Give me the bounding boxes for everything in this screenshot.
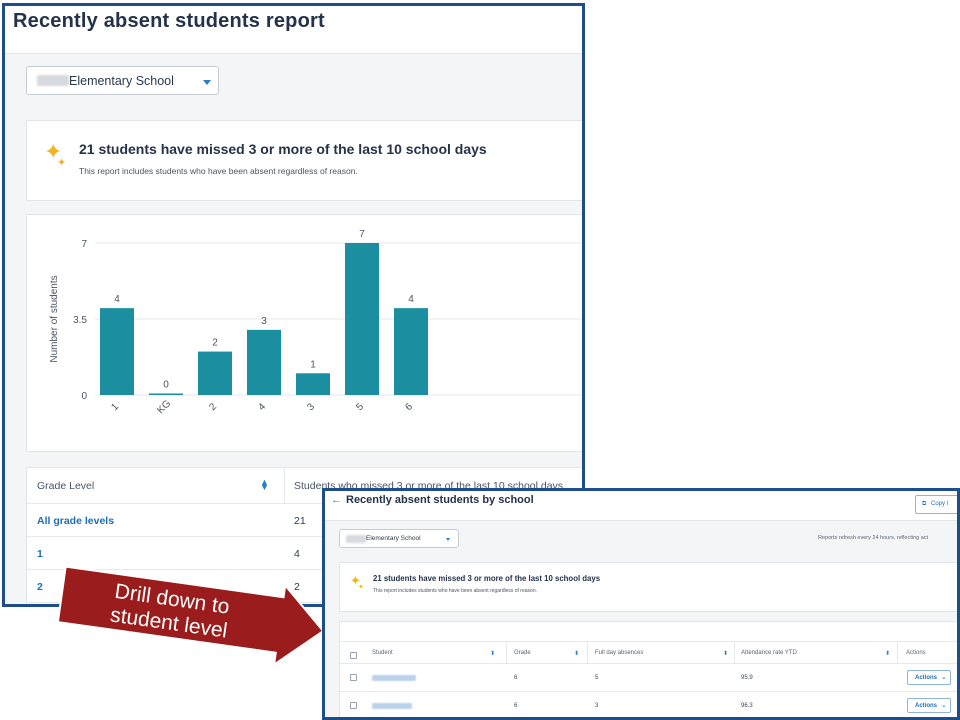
report-header: Recently absent students report xyxy=(5,6,582,54)
bar-4 xyxy=(247,329,281,395)
school-select[interactable]: Elementary School xyxy=(26,66,219,95)
sort-icon[interactable]: ⬍ xyxy=(723,650,728,657)
copy-button[interactable]: ⧉ Copy l xyxy=(915,495,957,514)
grade-link-1[interactable]: 1 xyxy=(37,548,43,560)
actions-label: Actions xyxy=(915,674,938,681)
row-checkbox[interactable] xyxy=(350,674,357,681)
student-name-link[interactable] xyxy=(372,703,412,709)
header-full-day-absences: Full day absences xyxy=(595,650,644,656)
data-label: 0 xyxy=(163,380,169,391)
x-tick-label: 6 xyxy=(403,401,415,413)
student-name-link[interactable] xyxy=(372,675,416,681)
school-select-value: Elementary School xyxy=(69,74,174,88)
detail-summary-headline: 21 students have missed 3 or more of the… xyxy=(373,574,601,583)
chevron-down-icon: ⌄ xyxy=(941,674,947,681)
detail-summary-card: ✦ ✦ 21 students have missed 3 or more of… xyxy=(339,562,957,612)
chevron-down-icon: ⌄ xyxy=(941,702,947,709)
x-tick-label: KG xyxy=(155,398,173,416)
data-label: 1 xyxy=(310,359,316,370)
bar-2 xyxy=(198,351,232,395)
back-arrow-icon[interactable]: ← xyxy=(331,494,342,506)
student-grade: 6 xyxy=(514,675,518,681)
header-attendance-rate: Attendance rate YTD xyxy=(741,650,797,656)
summary-card: ✦ ✦ 21 students have missed 3 or more of… xyxy=(26,120,582,201)
data-label: 7 xyxy=(359,229,365,240)
header-actions: Actions xyxy=(906,650,926,656)
bar-1 xyxy=(100,308,134,395)
header-grade: Grade xyxy=(514,650,531,656)
x-tick-label: 4 xyxy=(256,401,268,413)
data-label: 4 xyxy=(408,294,414,305)
summary-headline: 21 students have missed 3 or more of the… xyxy=(79,141,487,157)
x-tick-label: 2 xyxy=(207,401,219,413)
y-tick-label: 7 xyxy=(81,239,87,250)
detail-summary-subtext: This report includes students who have b… xyxy=(373,588,537,594)
actions-button[interactable]: Actions ⌄ xyxy=(907,670,951,685)
grade-count: 4 xyxy=(294,548,300,560)
student-absences: 3 xyxy=(595,703,599,709)
bar-3 xyxy=(296,373,330,395)
student-attendance: 96.3 xyxy=(741,703,753,709)
sort-icon[interactable]: ▲ ▼ xyxy=(260,478,269,492)
table-row: 6 3 96.3 Actions ⌄ xyxy=(340,692,957,717)
bar-chart: 0 3.5 7 Number of students 4 1 0 KG 2 2 3 4 1 3 7 5 4 6 xyxy=(49,229,582,416)
sort-icon[interactable]: ⬍ xyxy=(490,650,495,657)
student-attendance: 95.9 xyxy=(741,675,753,681)
detail-panel: ← Recently absent students by school ⧉ C… xyxy=(322,488,960,720)
data-label: 2 xyxy=(212,338,218,349)
refresh-note: Reports refresh every 24 hours, reflecti… xyxy=(818,535,929,541)
table-toolbar xyxy=(340,622,957,642)
row-checkbox[interactable] xyxy=(350,702,357,709)
detail-header: ← Recently absent students by school ⧉ C… xyxy=(325,491,957,521)
bar-KG xyxy=(149,393,183,395)
y-tick-label: 0 xyxy=(81,391,87,402)
header-grade-level: Grade Level xyxy=(37,480,95,492)
detail-school-select-value: Elementary School xyxy=(366,535,421,542)
y-axis-label: Number of students xyxy=(49,275,60,362)
student-table-header: Student ⬍ Grade ⬍ Full day absences ⬍ At… xyxy=(340,642,957,664)
actions-button[interactable]: Actions ⌄ xyxy=(907,698,951,713)
bar-6 xyxy=(394,308,428,395)
header-student: Student xyxy=(372,650,393,656)
x-tick-label: 1 xyxy=(109,401,121,413)
caret-down-icon xyxy=(203,80,211,85)
student-grade: 6 xyxy=(514,703,518,709)
sort-icon[interactable]: ⬍ xyxy=(885,650,890,657)
sort-icon[interactable]: ⬍ xyxy=(574,650,579,657)
sparkle-small-icon: ✦ xyxy=(57,157,67,169)
caret-down-icon xyxy=(446,538,450,541)
page-title: Recently absent students report xyxy=(13,10,325,32)
summary-subtext: This report includes students who have b… xyxy=(79,166,358,176)
chart-card: 0 3.5 7 Number of students 4 1 0 KG 2 2 3 4 1 3 7 5 4 6 xyxy=(26,214,582,452)
data-label: 3 xyxy=(261,316,267,327)
select-all-checkbox[interactable] xyxy=(350,652,357,659)
table-row: 6 5 95.9 Actions ⌄ xyxy=(340,664,957,692)
x-tick-label: 5 xyxy=(354,401,366,413)
student-table: Student ⬍ Grade ⬍ Full day absences ⬍ At… xyxy=(339,621,957,717)
student-absences: 5 xyxy=(595,675,599,681)
detail-title: Recently absent students by school xyxy=(346,494,534,506)
grade-link-2[interactable]: 2 xyxy=(37,581,43,593)
bar-5 xyxy=(345,243,379,395)
x-tick-label: 3 xyxy=(305,401,317,413)
detail-school-select[interactable]: Elementary School xyxy=(339,529,459,548)
copy-label: Copy l xyxy=(931,501,949,507)
redacted-school-name xyxy=(346,535,366,543)
drill-down-callout: Drill down to student level xyxy=(56,566,325,666)
data-label: 4 xyxy=(114,294,120,305)
grade-count: 21 xyxy=(294,515,306,527)
copy-icon: ⧉ xyxy=(922,501,927,507)
redacted-school-name xyxy=(37,75,69,86)
grade-link-all[interactable]: All grade levels xyxy=(37,515,114,527)
sparkle-small-icon: ✦ xyxy=(358,584,364,591)
y-tick-label: 3.5 xyxy=(73,315,87,326)
actions-label: Actions xyxy=(915,702,938,709)
